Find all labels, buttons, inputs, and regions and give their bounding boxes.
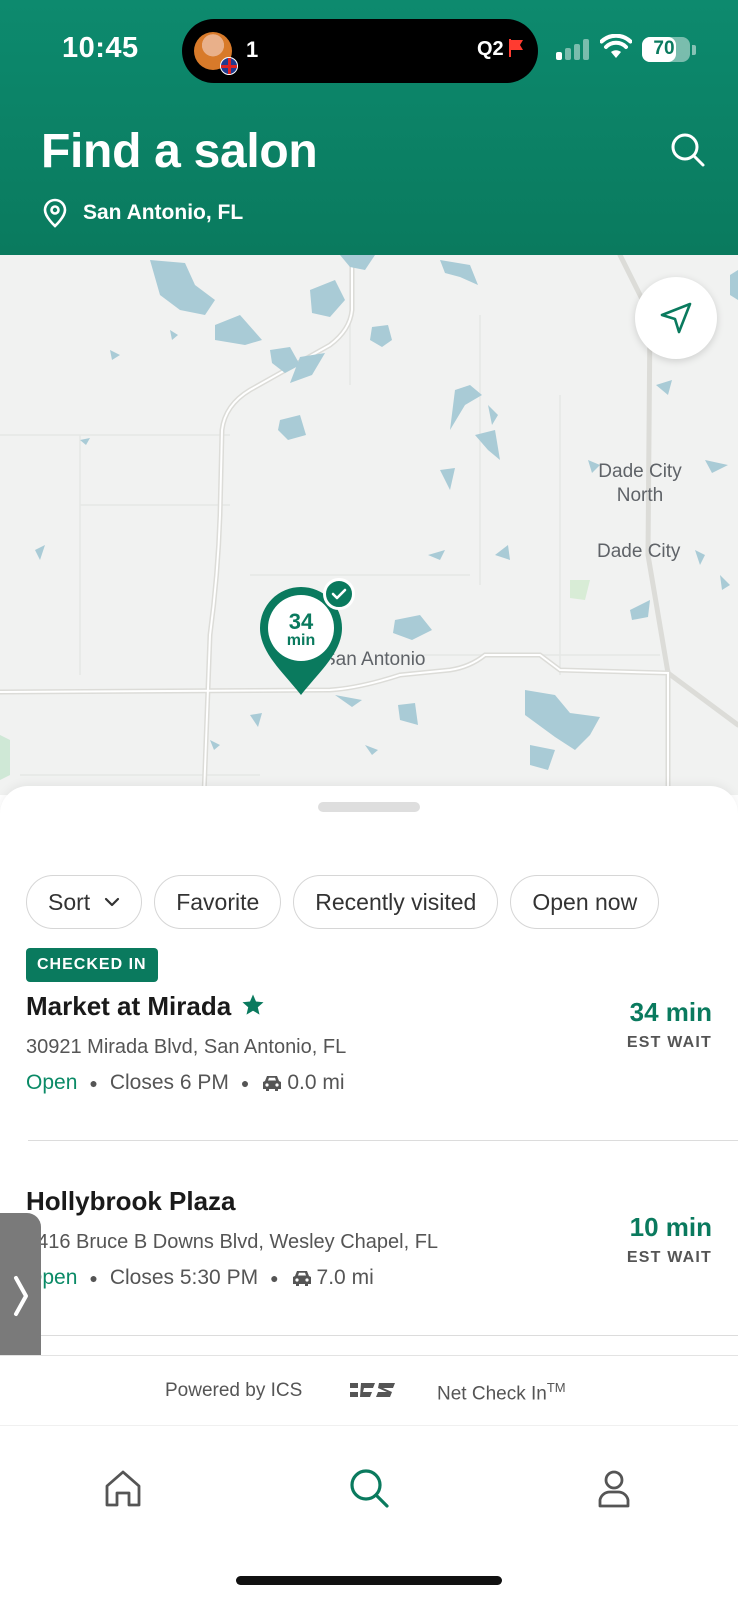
est-wait-label: EST WAIT [626,1249,712,1266]
status-bar: 10:45 1 Q2 70 [0,0,738,100]
salon-meta: Open ● Closes 6 PM ● 0.0 mi [26,1071,345,1095]
chevron-right-icon [13,1275,28,1316]
salon-name-row: Hollybrook Plaza [26,1186,236,1217]
battery-icon: 70 [642,37,690,62]
open-now-chip[interactable]: Open now [510,875,660,929]
car-icon [263,1076,282,1091]
battery-level: 70 [653,38,675,59]
sort-label: Sort [48,888,91,915]
open-status: Open [26,1071,78,1094]
checked-in-check-icon [323,578,355,610]
est-wait-value: 34 min [629,997,712,1027]
recenter-location-button[interactable] [635,277,717,359]
salon-list-item[interactable]: Market at Mirada 30921 Mirada Blvd, San … [0,985,738,1095]
divider [28,1335,738,1336]
location-selector[interactable]: San Antonio, FL [41,196,243,230]
location-text: San Antonio, FL [83,201,244,224]
wifi-icon [600,34,632,58]
map-label-line: North [616,485,664,506]
favorite-chip[interactable]: Favorite [154,875,282,929]
location-pin-icon [43,198,67,228]
est-wait-label: EST WAIT [626,1034,712,1051]
ics-logo-icon [350,1383,395,1397]
battery-tip [692,45,696,55]
salon-name: Hollybrook Plaza [26,1186,236,1216]
powered-by-footer: Powered by ICS Net Check InTM [0,1355,738,1425]
dynamic-island[interactable]: 1 Q2 [182,19,538,83]
tab-bar [0,1425,738,1600]
map-label-line: Dade City [598,461,682,482]
activity-label: Q2 [477,38,504,60]
home-icon[interactable] [101,1466,145,1510]
chevron-down-icon [105,897,120,907]
salon-list-item[interactable]: Hollybrook Plaza 2416 Bruce B Downs Blvd… [0,1180,738,1290]
checked-in-badge: CHECKED IN [26,948,158,982]
red-flag-icon [509,39,523,57]
profile-icon[interactable] [592,1466,636,1510]
status-time: 10:45 [62,32,139,64]
filter-chips: Sort Favorite Recently visited Open now [26,875,660,929]
powered-by-text: Powered by ICS [165,1380,303,1401]
closing-time: Closes 6 PM [109,1071,229,1094]
net-check-in-text: Net Check InTM [437,1380,566,1405]
activity-count: 1 [246,37,259,62]
sort-chip[interactable]: Sort [26,875,143,929]
side-panel-handle[interactable] [0,1213,41,1378]
pin-wait-unit: min [286,632,316,649]
trademark: TM [546,1380,566,1395]
map-label-dade-city-north: Dade City North [590,460,690,508]
car-icon [292,1271,311,1286]
net-check-in-label: Net Check In [437,1383,547,1405]
closing-time: Closes 5:30 PM [109,1266,259,1289]
header: 10:45 1 Q2 70 Find a salon San Antonio, … [0,0,738,255]
navigation-arrow-icon [660,302,692,334]
sheet-grabber[interactable] [318,802,420,812]
salon-meta: Open ● Closes 5:30 PM ● 7.0 mi [26,1266,374,1290]
salon-name-row: Market at Mirada [26,991,265,1022]
page-title: Find a salon [41,125,318,178]
separator-dot: ● [270,1270,279,1286]
distance: 0.0 mi [287,1071,345,1094]
cellular-signal-icon [556,38,590,60]
search-icon[interactable] [668,130,708,170]
map[interactable]: Dade City North Dade City San Antonio [0,255,738,795]
distance: 7.0 mi [316,1266,374,1289]
divider [28,1140,738,1141]
separator-dot: ● [240,1075,250,1091]
home-indicator[interactable] [236,1576,502,1585]
map-label-dade-city: Dade City [597,541,681,562]
uk-flag-icon [220,57,238,75]
favorite-star-icon[interactable] [241,993,265,1017]
salon-address: 2416 Bruce B Downs Blvd, Wesley Chapel, … [26,1231,439,1253]
separator-dot: ● [89,1270,98,1286]
separator-dot: ● [89,1075,98,1091]
map-background [0,255,738,795]
recently-visited-chip[interactable]: Recently visited [293,875,499,929]
salon-name: Market at Mirada [26,991,232,1021]
search-tab-icon[interactable] [347,1466,391,1510]
est-wait-value: 10 min [629,1212,712,1242]
salon-address: 30921 Mirada Blvd, San Antonio, FL [26,1036,347,1058]
